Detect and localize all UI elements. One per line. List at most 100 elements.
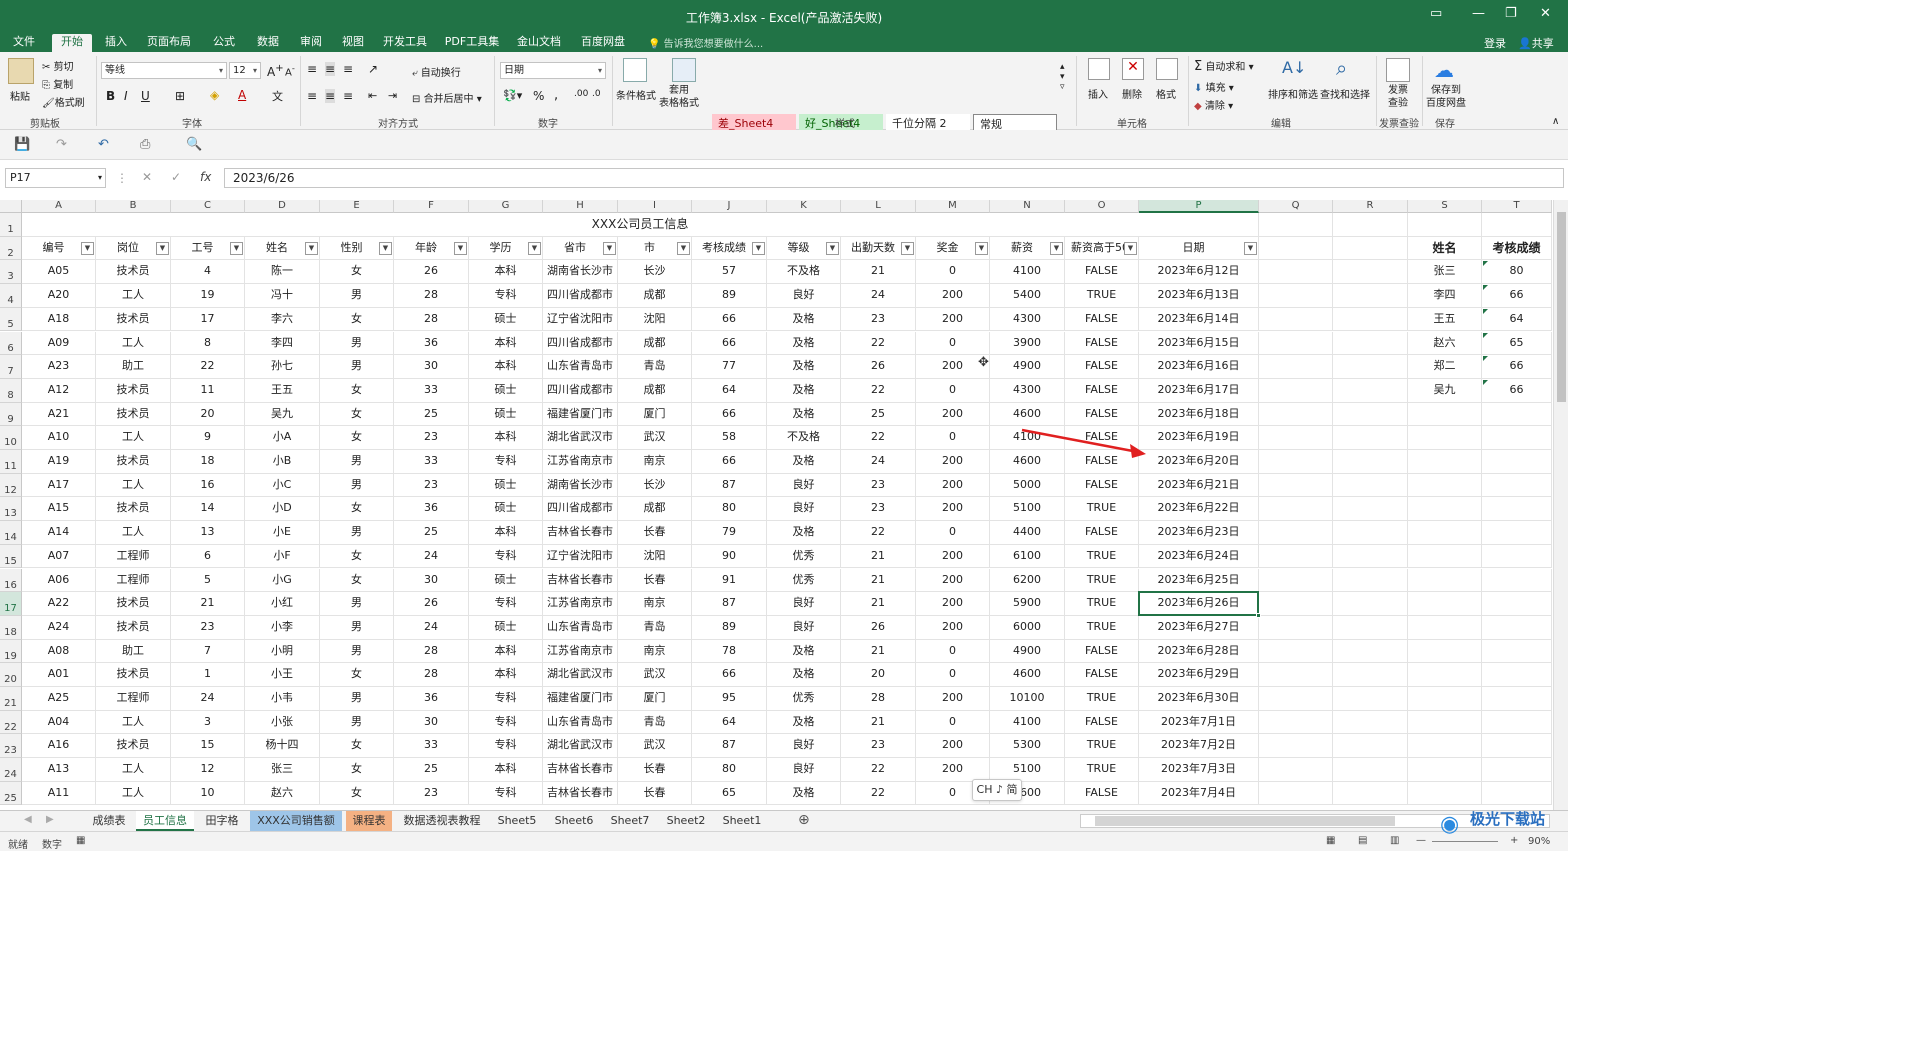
empty-cell[interactable] xyxy=(1482,402,1552,427)
table-cell[interactable]: 技术员 xyxy=(96,663,171,687)
table-cell[interactable]: 200 xyxy=(916,473,990,498)
table-cell[interactable]: 本科 xyxy=(469,426,543,450)
table-cell[interactable]: 男 xyxy=(320,355,394,379)
empty-cell[interactable] xyxy=(1482,663,1552,687)
table-cell[interactable]: 0 xyxy=(916,710,990,735)
filter-dropdown-icon[interactable]: ▼ xyxy=(1124,241,1137,255)
column-header[interactable]: Q xyxy=(1259,200,1333,213)
table-cell[interactable]: 200 xyxy=(916,497,990,522)
table-cell[interactable]: 硕士 xyxy=(469,568,543,593)
table-cell[interactable]: 200 xyxy=(916,734,990,759)
filter-dropdown-icon[interactable]: ▼ xyxy=(379,241,392,255)
table-cell[interactable]: 小B xyxy=(245,450,320,474)
table-cell[interactable]: 女 xyxy=(320,663,394,687)
empty-cell[interactable] xyxy=(1259,615,1333,640)
table-cell[interactable]: 33 xyxy=(394,450,469,474)
page-break-icon[interactable]: ▥ xyxy=(1390,835,1399,846)
table-cell[interactable]: 吴九 xyxy=(245,402,320,427)
table-cell[interactable]: 30 xyxy=(394,568,469,593)
share-button[interactable]: 👤共享 xyxy=(1518,35,1554,51)
table-cell[interactable]: 工程师 xyxy=(96,568,171,593)
table-cell[interactable]: FALSE xyxy=(1065,307,1139,332)
sheet-tab[interactable]: 田字格 xyxy=(198,811,246,831)
table-format-icon[interactable] xyxy=(672,58,696,82)
empty-cell[interactable] xyxy=(1408,544,1482,569)
row-header[interactable]: 2 xyxy=(0,236,22,261)
table-cell[interactable]: A06 xyxy=(22,568,96,593)
empty-cell[interactable] xyxy=(1259,639,1333,664)
table-cell[interactable]: 2023年6月23日 xyxy=(1139,521,1259,545)
percent-button[interactable]: % xyxy=(533,89,544,103)
empty-cell[interactable] xyxy=(1333,426,1408,450)
column-header[interactable]: F xyxy=(394,200,469,213)
find-select-icon[interactable]: ⌕ xyxy=(1336,56,1347,80)
empty-cell[interactable] xyxy=(1408,639,1482,664)
empty-cell[interactable] xyxy=(1408,781,1482,806)
insert-function-icon[interactable]: fx xyxy=(200,170,211,184)
table-cell[interactable]: 工人 xyxy=(96,426,171,450)
table-cell[interactable]: 6100 xyxy=(990,544,1065,569)
table-cell[interactable]: 5100 xyxy=(990,497,1065,522)
table-cell[interactable]: 200 xyxy=(916,307,990,332)
table-cell[interactable]: 22 xyxy=(841,521,916,545)
empty-cell[interactable] xyxy=(1333,758,1408,782)
table-cell[interactable]: 武汉 xyxy=(618,426,692,450)
table-cell[interactable]: A19 xyxy=(22,450,96,474)
table-cell[interactable]: 长沙 xyxy=(618,473,692,498)
table-cell[interactable]: 23 xyxy=(841,497,916,522)
empty-cell[interactable] xyxy=(1408,592,1482,616)
table-cell[interactable]: 小李 xyxy=(245,615,320,640)
empty-cell[interactable] xyxy=(1259,355,1333,379)
table-cell[interactable]: 200 xyxy=(916,544,990,569)
align-top-icon[interactable]: ≡ xyxy=(307,62,317,76)
table-cell[interactable]: A24 xyxy=(22,615,96,640)
table-cell[interactable]: A17 xyxy=(22,473,96,498)
table-cell[interactable]: 女 xyxy=(320,568,394,593)
table-cell[interactable]: 4900 xyxy=(990,355,1065,379)
table-cell[interactable]: 36 xyxy=(394,497,469,522)
horizontal-scroll-thumb[interactable] xyxy=(1095,816,1395,826)
table-cell[interactable]: A20 xyxy=(22,284,96,308)
table-cell[interactable]: 女 xyxy=(320,307,394,332)
gallery-scroll-icon[interactable]: ▴ ▾ ▿ xyxy=(1060,62,1065,92)
table-cell[interactable]: 21 xyxy=(171,592,245,616)
empty-cell[interactable] xyxy=(1259,497,1333,522)
table-cell[interactable]: 武汉 xyxy=(618,663,692,687)
table-cell[interactable]: 200 xyxy=(916,615,990,640)
table-cell[interactable]: 工程师 xyxy=(96,544,171,569)
row-header[interactable]: 3 xyxy=(0,260,22,285)
table-cell[interactable]: 吉林省长春市 xyxy=(543,781,618,806)
table-cell[interactable]: FALSE xyxy=(1065,781,1139,806)
table-cell[interactable]: 25 xyxy=(394,402,469,427)
table-cell[interactable]: 22 xyxy=(841,378,916,403)
table-cell[interactable]: 8 xyxy=(171,331,245,356)
table-cell[interactable]: 良好 xyxy=(767,734,841,759)
table-cell[interactable]: 5900 xyxy=(990,592,1065,616)
side-table-cell[interactable]: 王五 xyxy=(1408,307,1482,332)
table-cell[interactable]: 4300 xyxy=(990,378,1065,403)
tell-me-box[interactable]: 💡 告诉我您想要做什么... xyxy=(648,35,763,50)
table-cell[interactable]: 孙七 xyxy=(245,355,320,379)
sheet-tab[interactable]: Sheet2 xyxy=(660,811,712,831)
table-cell[interactable]: 66 xyxy=(692,307,767,332)
table-cell[interactable]: 5000 xyxy=(990,473,1065,498)
table-cell[interactable]: 90 xyxy=(692,544,767,569)
table-cell[interactable]: 辽宁省沈阳市 xyxy=(543,544,618,569)
table-cell[interactable]: 工人 xyxy=(96,758,171,782)
table-cell[interactable]: 男 xyxy=(320,615,394,640)
table-cell[interactable]: 本科 xyxy=(469,521,543,545)
zoom-preview-icon[interactable]: 🔍 xyxy=(186,137,202,152)
table-cell[interactable]: 24 xyxy=(394,544,469,569)
tab-5[interactable]: 数据 xyxy=(248,34,288,52)
table-cell[interactable]: 95 xyxy=(692,687,767,711)
table-cell[interactable]: 9 xyxy=(171,426,245,450)
table-cell[interactable]: 青岛 xyxy=(618,615,692,640)
column-header[interactable]: J xyxy=(692,200,767,213)
table-cell[interactable]: 4100 xyxy=(990,260,1065,285)
increase-font-icon[interactable]: A+ xyxy=(267,63,284,79)
table-cell[interactable]: TRUE xyxy=(1065,687,1139,711)
table-cell[interactable]: 25 xyxy=(394,758,469,782)
table-cell[interactable]: 助工 xyxy=(96,639,171,664)
number-format-combo[interactable]: 日期 ▾ xyxy=(500,62,606,79)
paste-icon[interactable] xyxy=(8,58,34,84)
